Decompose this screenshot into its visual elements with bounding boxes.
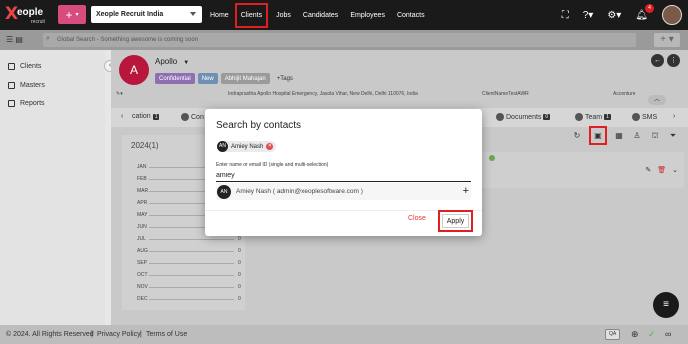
contact-initials: AN	[217, 141, 228, 152]
contact-search-input[interactable]	[216, 169, 471, 182]
add-contact-icon[interactable]: +	[463, 185, 469, 197]
search-by-contacts-dialog: Search by contacts AN Amiey Nash ✕ Enter…	[205, 109, 482, 236]
selected-contact-name: Amiey Nash	[231, 143, 264, 150]
contact-suggestion[interactable]: AN Amiey Nash ( admin@xeoplesoftware.com…	[216, 183, 471, 200]
suggestion-text: Amiey Nash ( admin@xeoplesoftware.com )	[236, 188, 363, 195]
apply-button[interactable]: Apply	[442, 214, 469, 228]
remove-chip-icon[interactable]: ✕	[266, 143, 274, 150]
selected-contact-chip[interactable]: AN Amiey Nash ✕	[217, 141, 277, 152]
dialog-title: Search by contacts	[216, 120, 302, 131]
suggestion-initials: AN	[217, 184, 231, 199]
apply-highlight-box: Apply	[438, 210, 473, 232]
close-button[interactable]: Close	[408, 215, 426, 222]
contact-input-label: Enter name or email ID (single and multi…	[216, 162, 329, 168]
